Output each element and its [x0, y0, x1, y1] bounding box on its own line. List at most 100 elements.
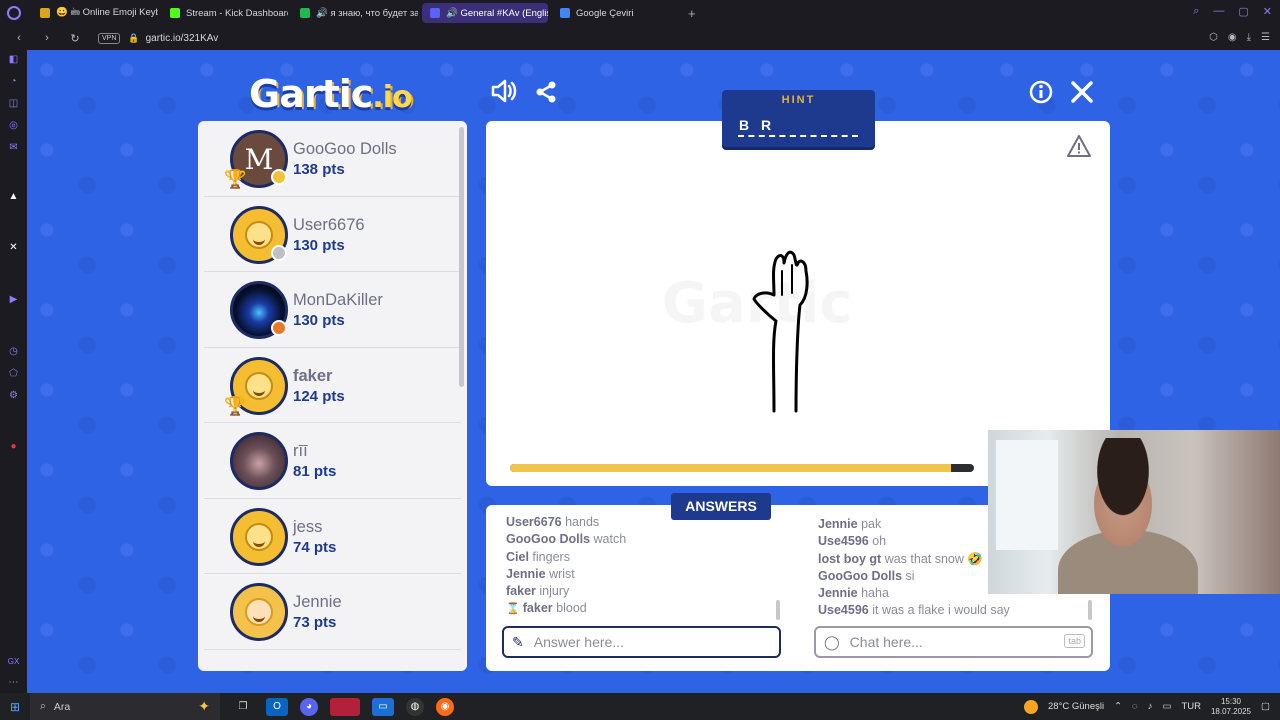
tray-chevron-icon[interactable]: ⌃ [1114, 701, 1122, 712]
x-twitter-icon[interactable]: ✕ [7, 241, 20, 254]
player-row[interactable]: jess 74 pts [204, 499, 461, 574]
recording-icon[interactable]: ● [7, 440, 20, 453]
player-points: 138 pts [293, 161, 345, 178]
search-tabs-icon[interactable]: ⌕ [1193, 5, 1199, 18]
workspace-icon[interactable]: ◫ [7, 97, 20, 110]
back-icon[interactable]: ‹ [10, 32, 28, 44]
message-text: blood [556, 601, 587, 616]
more-icon[interactable]: ⋯ [7, 676, 20, 689]
aria-icon[interactable]: ◔ [7, 75, 20, 88]
outlook-icon[interactable]: O [266, 697, 288, 716]
menu-icon[interactable]: ☰ [1261, 32, 1270, 43]
browser-tab[interactable]: Stream - Kick Dashboard [162, 3, 288, 23]
opera-logo-icon[interactable] [0, 0, 28, 26]
message-user: Jennie [818, 586, 858, 601]
history-icon[interactable]: ◷ [7, 345, 20, 358]
player-row[interactable]: M 🏆 GooGoo Dolls 138 pts [204, 121, 461, 197]
download-icon[interactable]: ⤓ [1247, 32, 1251, 43]
discord-icon[interactable]: ◕ [300, 697, 318, 716]
forward-icon[interactable]: › [38, 32, 56, 44]
player-name: Jennie [293, 593, 342, 611]
red-app-icon[interactable] [330, 697, 360, 716]
gx-icon[interactable]: GX [7, 655, 20, 668]
player-list[interactable]: M 🏆 GooGoo Dolls 138 pts User6676 130 pts MonD… [198, 121, 467, 671]
obs-icon[interactable]: ◍ [406, 697, 424, 716]
chat-input-box[interactable]: ◯ tab [814, 626, 1093, 658]
player-name: faker [293, 366, 333, 385]
player-points: 73 pts [293, 614, 337, 631]
answers-scrollbar[interactable] [776, 600, 780, 620]
sound-icon[interactable] [490, 78, 518, 111]
battery-icon[interactable]: ▭ [1162, 701, 1171, 712]
tab-label: Stream - Kick Dashboard [186, 7, 288, 19]
player-list-scrollbar[interactable] [459, 127, 464, 387]
player-avatar[interactable] [230, 507, 288, 566]
player-icon[interactable]: ▶ [7, 293, 20, 306]
player-points: 130 pts [293, 236, 345, 254]
maximize-icon[interactable]: ▢ [1238, 5, 1248, 18]
share-icon[interactable] [534, 80, 558, 111]
close-window-icon[interactable]: ✕ [1263, 5, 1272, 18]
answer-input-box[interactable]: ✎ [502, 626, 781, 658]
vpn-badge[interactable]: VPN [98, 32, 121, 44]
settings-icon[interactable]: ⚙ [7, 389, 20, 402]
browser-tab[interactable]: 😀 🖮 Online Emoji Keybo [32, 3, 158, 23]
window-app-icon[interactable]: ▭ [372, 697, 394, 716]
smiley-face-icon [245, 598, 273, 626]
clock[interactable]: 15:30 18.07.2025 [1211, 697, 1251, 717]
message-text: oh [872, 534, 887, 549]
player-avatar[interactable] [230, 432, 288, 490]
message-text: pak [861, 517, 882, 531]
message-user: lost boy gt [818, 551, 882, 566]
network-icon[interactable]: ◌ [1132, 701, 1138, 712]
browser-tab[interactable]: Google Çeviri [552, 3, 678, 23]
player-name: User6676 [293, 215, 365, 234]
browser-tab[interactable]: 🔊 я знаю, что будет за [292, 3, 418, 23]
instagram-icon[interactable]: ◎ [7, 119, 20, 132]
chat-scrollbar[interactable] [1088, 600, 1092, 620]
url-field[interactable]: gartic.io/321KAv [146, 33, 219, 44]
volume-icon[interactable]: ♪ [1148, 701, 1153, 712]
windows-start-icon[interactable]: ⊞ [0, 700, 30, 714]
info-icon[interactable] [1029, 80, 1053, 111]
player-row[interactable]: User6676 130 pts [204, 197, 461, 272]
browser-tab[interactable]: 🔊 General #KAv (English [422, 3, 548, 23]
mail-icon[interactable]: ✉ [7, 141, 20, 154]
message-text: haha [861, 586, 889, 601]
message-text: fingers [532, 549, 570, 564]
webcam-window-light [996, 440, 1058, 550]
firefox-icon[interactable]: ◉ [436, 697, 454, 716]
exit-icon[interactable] [1070, 80, 1094, 111]
taskbar-search[interactable]: ⌕ Ara ✦ [30, 693, 220, 720]
answer-input[interactable] [533, 634, 734, 650]
timer-progress-bar [510, 464, 974, 472]
hint-underline [738, 135, 858, 137]
message-text: it was a flake i would say [872, 603, 1010, 618]
pinboard-icon[interactable]: ⬠ [7, 367, 20, 380]
player-name: rīī [293, 442, 308, 460]
weather-text[interactable]: 28°C Güneşli [1048, 701, 1104, 712]
chat-input[interactable] [849, 634, 1050, 650]
new-tab-button[interactable]: + [688, 6, 696, 21]
player-avatar[interactable] [230, 583, 288, 641]
kick-icon[interactable]: ▲ [7, 190, 20, 203]
message-user: Jennie [506, 566, 546, 581]
task-view-icon[interactable]: ❐ [232, 698, 254, 716]
message-user: faker [506, 584, 536, 599]
minimize-icon[interactable]: — [1213, 5, 1224, 18]
report-warning-icon[interactable] [1066, 134, 1092, 158]
answers-list[interactable]: User6676 hands GooGoo Dolls watch Ciel fin… [506, 515, 776, 627]
player-row[interactable]: 🏆 faker 124 pts [204, 348, 461, 423]
player-row[interactable]: Jennie 73 pts [204, 574, 461, 650]
message-user: Use4596 [818, 534, 869, 549]
notification-icon[interactable]: ▢ [1261, 701, 1270, 712]
reload-icon[interactable]: ↻ [66, 32, 84, 45]
language-indicator[interactable]: TUR [1181, 701, 1201, 712]
tab-favicon-icon [40, 8, 50, 18]
player-row[interactable]: MonDaKiller 130 pts [204, 272, 461, 348]
message-user: Jennie [818, 517, 858, 531]
player-row[interactable]: rīī 81 pts [204, 423, 461, 499]
extensions-icon[interactable]: ⬡ [1209, 32, 1218, 43]
messenger-icon[interactable]: ◧ [7, 53, 20, 66]
profile-icon[interactable]: ◉ [1228, 32, 1237, 43]
